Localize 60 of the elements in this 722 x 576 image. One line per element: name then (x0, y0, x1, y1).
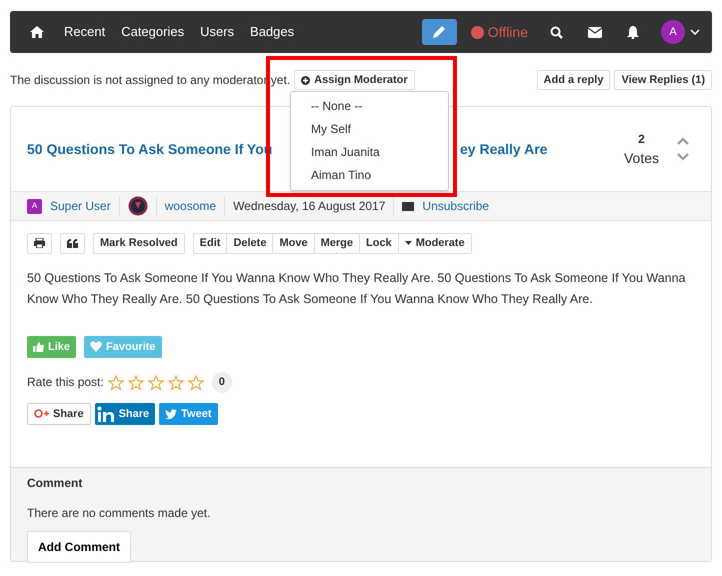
badge-icon (128, 196, 148, 216)
nav-link[interactable]: Badges (250, 22, 294, 42)
action-button[interactable]: Add a reply (536, 70, 610, 90)
nav-link[interactable]: Recent (64, 22, 106, 42)
moderation-button[interactable]: Edit (194, 234, 228, 253)
google-plus-icon (34, 409, 49, 418)
status-dot (470, 26, 484, 38)
star-icon[interactable] (108, 374, 124, 390)
user-link[interactable]: woosome (164, 197, 216, 216)
nav-link[interactable]: Users (200, 22, 234, 42)
assign-moderator-button[interactable]: Assign Moderator (294, 70, 415, 90)
mark-resolved-button[interactable]: Mark Resolved (93, 233, 185, 254)
dropdown-option[interactable]: -- None -- (291, 95, 448, 118)
heart-icon (90, 341, 102, 352)
bell-icon[interactable] (627, 26, 639, 38)
compose-button[interactable] (422, 19, 457, 45)
topic-title[interactable]: ey Really Are (460, 138, 548, 160)
bird-icon (165, 408, 178, 419)
assign-message: The discussion is not assigned to any moderator yet. (10, 72, 290, 90)
thumbs-up-icon (33, 342, 44, 352)
post-body: 50 Questions To Ask Someone If You Wanna Know Who They Really Are. 50 Questions To Ask Someone If You Wanna Know Who They Really Are. 50 Questions To Ask Someone If You Wanna Know Who They Really Are. (27, 270, 687, 308)
author-avatar: A (27, 198, 42, 214)
rating-label: Rate this post: (27, 374, 104, 392)
nav-link[interactable]: Categories (121, 22, 184, 42)
status-text: Offline (488, 22, 528, 42)
no-comments-message: There are no comments made yet. (27, 505, 212, 522)
user-avatar[interactable]: A (661, 20, 685, 44)
dropdown-option[interactable]: Aiman Tino (291, 164, 448, 187)
pencil-icon (433, 26, 446, 38)
rating-count: 0 (212, 372, 232, 393)
star-icon[interactable] (148, 374, 164, 390)
printer-icon (34, 238, 45, 248)
star-icon[interactable] (128, 374, 144, 390)
post-date: Wednesday, 16 August 2017 (233, 198, 386, 216)
star-icon[interactable] (168, 374, 184, 390)
quote-icon (67, 238, 78, 248)
dropdown-option[interactable]: My Self (291, 118, 448, 141)
print-button[interactable] (27, 233, 52, 254)
quote-button[interactable] (60, 233, 85, 254)
star-rating[interactable] (108, 374, 204, 390)
author-link[interactable]: Super User (50, 197, 111, 216)
dropdown-option[interactable]: Iman Juanita (291, 141, 448, 164)
caret-icon (404, 241, 412, 246)
google-share-button[interactable]: Share (27, 402, 91, 426)
linkedin-share-button[interactable]: Share (94, 402, 156, 426)
search-icon[interactable] (550, 26, 563, 38)
caret-icon[interactable] (690, 29, 700, 35)
mail-icon[interactable] (588, 26, 602, 38)
downvote-icon[interactable] (677, 153, 689, 162)
unsubscribe-link[interactable]: Unsubscribe (422, 197, 490, 216)
linkedin-icon (96, 406, 115, 422)
star-icon[interactable] (188, 374, 204, 390)
upvote-icon[interactable] (677, 137, 689, 146)
home-icon[interactable] (30, 26, 44, 38)
vote-count: 2 (637, 130, 646, 148)
add-comment-button[interactable]: Add Comment (27, 531, 131, 564)
plus-circle-icon (301, 76, 310, 85)
comment-heading: Comment (27, 475, 84, 492)
action-button[interactable]: View Replies (1) (614, 70, 712, 90)
votes-label: Votes (624, 148, 659, 168)
